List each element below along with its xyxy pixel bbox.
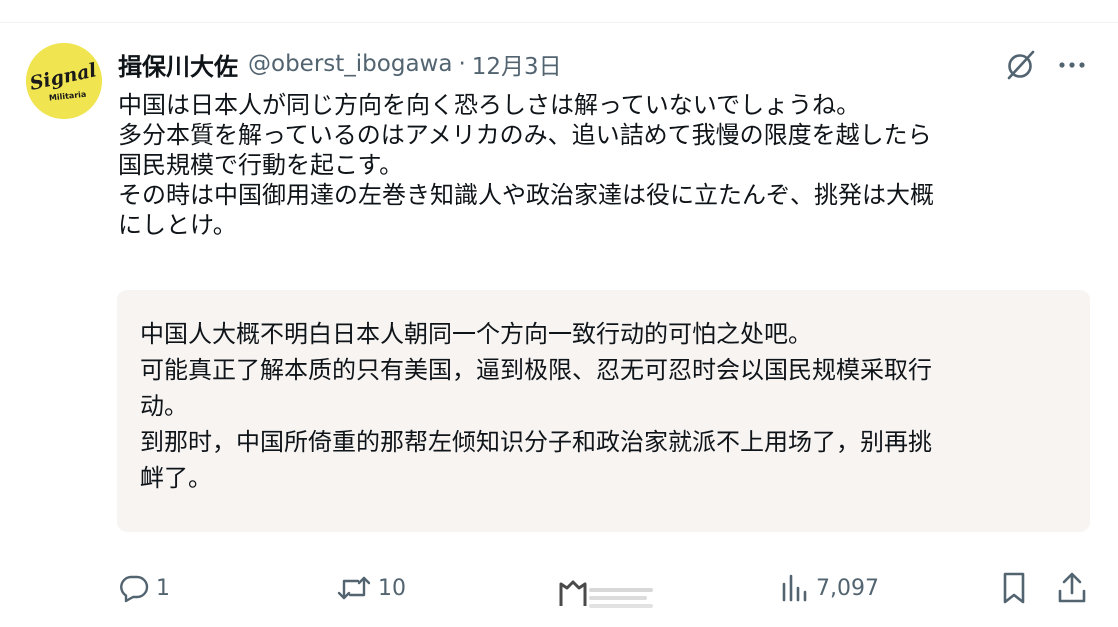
retweet-arrows-icon xyxy=(336,572,372,604)
tweet-text-line: 中国は日本人が同じ方向を向く恐ろしさは解っていないでしょうね。 xyxy=(118,91,861,119)
views-bars-icon xyxy=(778,572,810,604)
translation-line: 中国人大概不明白日本人朝同一个方向一致行动的可怕之处吧。 xyxy=(140,320,812,348)
top-divider xyxy=(0,22,1118,23)
more-dots-icon[interactable] xyxy=(1052,47,1092,83)
avatar[interactable]: Signal Militaria xyxy=(26,43,102,119)
reply-count: 1 xyxy=(156,575,170,601)
share-upload-icon xyxy=(1056,571,1088,605)
translation-text: 中国人大概不明白日本人朝同一个方向一致行动的可怕之处吧。 可能真正了解本质的只有… xyxy=(140,316,1075,496)
watermark-logo xyxy=(555,574,655,614)
bookmark-icon xyxy=(998,571,1030,605)
grok-slash-icon[interactable] xyxy=(1003,47,1039,83)
retweet-count: 10 xyxy=(378,575,406,601)
bookmark-button[interactable] xyxy=(998,570,1030,606)
translation-line: 动。 xyxy=(140,392,188,420)
tweet-text-line: 多分本質を解っているのはアメリカのみ、追い詰めて我慢の限度を越したら xyxy=(118,121,932,149)
views-button[interactable]: 7,097 xyxy=(778,570,879,606)
reply-button[interactable]: 1 xyxy=(118,570,170,606)
tweet-text-line: 国民規模で行動を起こす。 xyxy=(118,151,404,179)
translation-line: 可能真正了解本质的只有美国，逼到极限、忍无可忍时会以国民规模采取行 xyxy=(140,356,932,384)
retweet-button[interactable]: 10 xyxy=(336,570,406,606)
tweet-text-line: にしとけ。 xyxy=(118,211,237,239)
tweet-timestamp[interactable]: 12月3日 xyxy=(472,47,562,81)
user-handle[interactable]: @oberst_ibogawa xyxy=(248,51,452,77)
translation-line: 衅了。 xyxy=(140,464,212,492)
views-count: 7,097 xyxy=(816,575,879,601)
translation-line: 到那时，中国所倚重的那帮左倾知识分子和政治家就派不上用场了，别再挑 xyxy=(140,428,932,456)
tweet-text: 中国は日本人が同じ方向を向く恐ろしさは解っていないでしょうね。 多分本質を解って… xyxy=(118,90,1088,240)
reply-bubble-icon xyxy=(118,572,150,604)
tweet-header: 揖保川大佐 @oberst_ibogawa · 12月3日 xyxy=(118,46,562,82)
display-name[interactable]: 揖保川大佐 xyxy=(118,47,238,82)
tweet-text-line: その時は中国御用達の左巻き知識人や政治家達は役に立たんぞ、挑発は大概 xyxy=(118,181,934,209)
share-button[interactable] xyxy=(1056,570,1088,606)
separator-dot: · xyxy=(458,51,466,77)
